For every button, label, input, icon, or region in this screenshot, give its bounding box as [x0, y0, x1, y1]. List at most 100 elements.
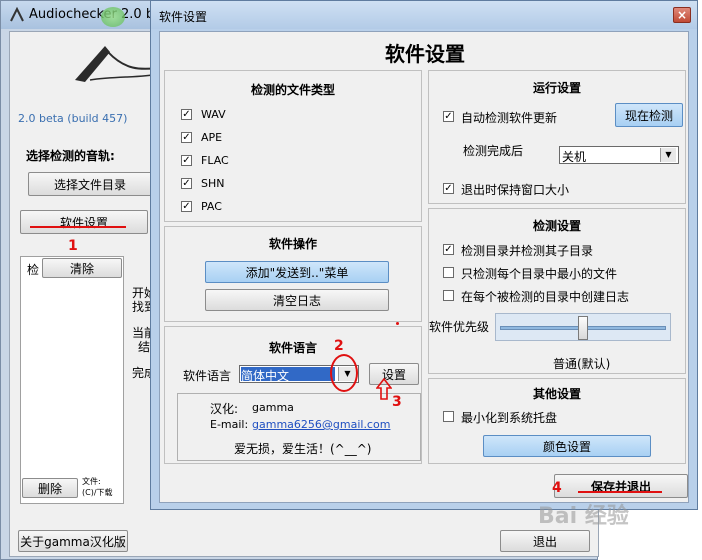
annotation-arrow-up-icon — [375, 377, 393, 400]
annotation-1: 1 — [68, 238, 78, 254]
save-and-exit-button[interactable]: 保存并退出 — [554, 474, 688, 498]
annotation-3: 3 — [392, 394, 402, 410]
detect-option-label: 在每个被检测的目录中创建日志 — [461, 290, 630, 304]
audiochecker-logo — [70, 40, 160, 90]
checkbox-icon: ✓ — [181, 155, 192, 166]
filetype-flac-checkbox[interactable]: ✓ FLAC — [181, 153, 301, 169]
other-settings-title: 其他设置 — [532, 387, 581, 401]
language-title: 软件语言 — [268, 341, 317, 355]
auto-update-checkbox[interactable]: ✓ 自动检测软件更新 — [443, 109, 593, 125]
language-label: 软件语言 — [183, 369, 232, 383]
dialog-title-bar[interactable]: 软件设置 × — [151, 1, 697, 29]
dialog-client-area: 软件设置 检测的文件类型 ✓ WAV ✓ APE ✓ FLAC ✓ SHN ✓ — [159, 31, 689, 503]
other-settings-panel: 其他设置 最小化到系统托盘 颜色设置 — [428, 378, 686, 464]
email-label: E-mail: — [210, 418, 249, 431]
close-icon: × — [676, 8, 688, 22]
file-types-panel: 检测的文件类型 ✓ WAV ✓ APE ✓ FLAC ✓ SHN ✓ PAC — [164, 70, 422, 222]
priority-label: 软件优先级 — [429, 320, 490, 334]
run-settings-panel: 运行设置 ✓ 自动检测软件更新 现在检测 检测完成后 关机 ▼ ✓ 退出时保持窗… — [428, 70, 686, 204]
email-link[interactable]: gamma6256@gmail.com — [252, 418, 390, 431]
filetype-pac-checkbox[interactable]: ✓ PAC — [181, 199, 301, 215]
after-detect-value: 关机 — [562, 150, 587, 164]
operations-panel: 软件操作 添加"发送到.."菜单 清空日志 — [164, 226, 422, 322]
checkbox-icon: ✓ — [443, 244, 454, 255]
filetype-label: APE — [201, 131, 223, 144]
software-settings-button[interactable]: 软件设置 — [20, 210, 148, 234]
keep-size-checkbox[interactable]: ✓ 退出时保持窗口大小 — [443, 181, 603, 197]
detect-subdirs-checkbox[interactable]: ✓ 检测目录并检测其子目录 — [443, 242, 643, 258]
side-note-2: (C)/下载 — [82, 488, 113, 497]
file-types-title: 检测的文件类型 — [250, 83, 335, 97]
annotation-2: 2 — [334, 338, 344, 354]
tray-checkbox[interactable]: 最小化到系统托盘 — [443, 409, 603, 425]
checkbox-icon: ✓ — [443, 183, 454, 194]
checkbox-icon: ✓ — [181, 178, 192, 189]
annotation-4: 4 — [552, 480, 562, 496]
operations-title: 软件操作 — [268, 237, 317, 251]
color-settings-button[interactable]: 颜色设置 — [483, 435, 651, 457]
log-line: 结 — [138, 340, 151, 354]
annotation-dot — [396, 322, 399, 325]
keep-size-label: 退出时保持窗口大小 — [461, 183, 570, 197]
delete-button[interactable]: 删除 — [22, 478, 78, 498]
motto-text: 爱无损，爱生活！(^__^) — [234, 442, 372, 456]
dialog-window-title: 软件设置 — [159, 10, 208, 24]
annotation-underline-1 — [30, 226, 126, 228]
checkbox-icon: ✓ — [181, 109, 192, 120]
clear-log-button[interactable]: 清空日志 — [205, 289, 389, 311]
select-directory-button[interactable]: 选择文件目录 — [28, 172, 152, 196]
slider-thumb[interactable] — [578, 316, 588, 340]
detect-option-label: 只检测每个目录中最小的文件 — [461, 267, 618, 281]
filetype-ape-checkbox[interactable]: ✓ APE — [181, 130, 301, 146]
filetype-label: FLAC — [201, 154, 229, 167]
app-icon — [9, 6, 25, 23]
side-note-1: 文件: — [82, 477, 101, 486]
filetype-wav-checkbox[interactable]: ✓ WAV — [181, 107, 301, 123]
filetype-label: WAV — [201, 108, 226, 121]
settings-dialog: 软件设置 × 软件设置 检测的文件类型 ✓ WAV ✓ APE ✓ FLAC ✓… — [150, 0, 698, 510]
dialog-heading: 软件设置 — [385, 42, 465, 66]
green-orb-icon — [101, 7, 125, 27]
checkbox-icon: ✓ — [181, 132, 192, 143]
annotation-underline-4 — [578, 491, 662, 493]
filetype-label: SHN — [201, 177, 225, 190]
check-now-button[interactable]: 现在检测 — [615, 103, 683, 127]
priority-slider[interactable] — [495, 313, 671, 341]
detect-settings-title: 检测设置 — [532, 219, 581, 233]
add-send-to-menu-button[interactable]: 添加"发送到.."菜单 — [205, 261, 389, 283]
after-detect-select[interactable]: 关机 ▼ — [559, 146, 679, 164]
exit-button[interactable]: 退出 — [500, 530, 590, 552]
checkbox-icon — [443, 290, 454, 301]
checkbox-icon — [443, 411, 454, 422]
baidu-watermark: Bai 经验 — [538, 504, 629, 529]
chevron-down-icon[interactable]: ▼ — [660, 148, 676, 162]
run-settings-title: 运行设置 — [532, 81, 581, 95]
log-area: 开始 找到 当前 结 完成 — [132, 280, 156, 480]
credit-label: 汉化: — [210, 402, 239, 416]
detect-smallest-checkbox[interactable]: 只检测每个目录中最小的文件 — [443, 265, 643, 281]
language-selected: 简体中文 — [241, 367, 335, 383]
main-window-title: Audiochecker 2.0 bet — [29, 7, 168, 22]
after-detect-label: 检测完成后 — [463, 144, 524, 158]
tray-label: 最小化到系统托盘 — [461, 411, 558, 425]
credits-box: 汉化: gamma E-mail: gamma6256@gmail.com 爱无… — [177, 393, 421, 461]
detect-option-label: 检测目录并检测其子目录 — [461, 244, 594, 258]
filetype-label: PAC — [201, 200, 222, 213]
auto-update-label: 自动检测软件更新 — [461, 111, 558, 125]
filetype-shn-checkbox[interactable]: ✓ SHN — [181, 176, 301, 192]
select-track-label: 选择检测的音轨: — [26, 149, 115, 163]
credit-value: gamma — [252, 401, 294, 414]
checkbox-icon: ✓ — [181, 201, 192, 212]
list-header: 检 — [27, 263, 40, 277]
annotation-circle-2 — [330, 354, 358, 392]
about-button[interactable]: 关于gamma汉化版 — [18, 530, 128, 552]
priority-value: 普通(默认) — [553, 357, 611, 371]
track-list-panel: 检 — [20, 256, 124, 504]
clear-button[interactable]: 清除 — [42, 258, 122, 278]
version-text: 2.0 beta (build 457) — [18, 112, 128, 125]
checkbox-icon: ✓ — [443, 111, 454, 122]
checkbox-icon — [443, 267, 454, 278]
detect-settings-panel: 检测设置 ✓ 检测目录并检测其子目录 只检测每个目录中最小的文件 在每个被检测的… — [428, 208, 686, 374]
close-button[interactable]: × — [673, 7, 691, 23]
create-log-checkbox[interactable]: 在每个被检测的目录中创建日志 — [443, 288, 653, 304]
